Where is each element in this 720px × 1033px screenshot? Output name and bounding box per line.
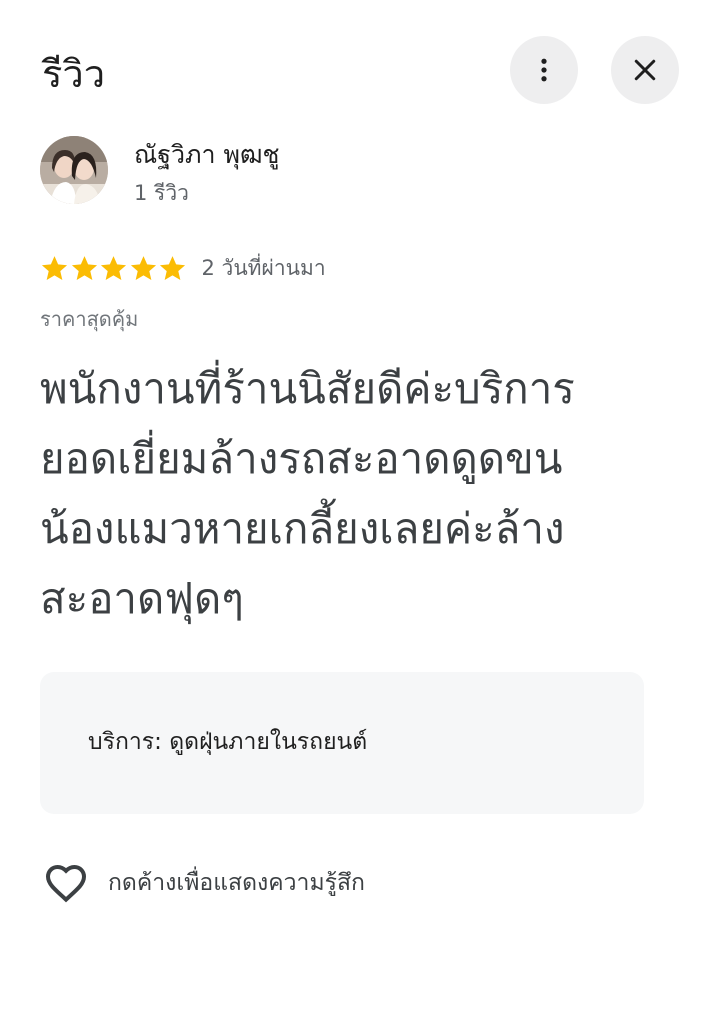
review-text-line: น้องแมวหายเกลี้ยงเลยค่ะล้าง [40, 504, 565, 553]
reviewer-name[interactable]: ณัฐวิภา พุฒชู [134, 138, 280, 172]
more-vert-icon [541, 58, 547, 82]
page-title: รีวิว [42, 52, 106, 96]
review-text-line: สะอาดฟุดๆ [40, 574, 244, 623]
reviewer-info[interactable]: ณัฐวิภา พุฒชู 1 รีวิว [40, 136, 680, 208]
star-rating [40, 254, 188, 283]
more-options-button[interactable] [510, 36, 578, 104]
heart-outline-icon [45, 864, 87, 903]
close-button[interactable] [611, 36, 679, 104]
reaction-label: กดค้างเพื่อแสดงความรู้สึก [108, 870, 365, 896]
star-icon [100, 255, 127, 280]
header: รีวิว [0, 0, 720, 140]
reaction-button[interactable]: กดค้างเพื่อแสดงความรู้สึก [42, 858, 365, 908]
service-info-box: บริการ: ดูดฝุ่นภายในรถยนต์ [40, 672, 644, 814]
reviewer-review-count: 1 รีวิว [134, 181, 189, 205]
review-text-line: พนักงานที่ร้านนิสัยดีค่ะบริการ [40, 364, 575, 413]
service-text: บริการ: ดูดฝุ่นภายในรถยนต์ [88, 729, 368, 755]
review-attribute: ราคาสุดคุ้ม [40, 307, 139, 331]
avatar[interactable] [40, 136, 108, 204]
avatar-photo [40, 136, 108, 204]
close-icon [634, 59, 656, 81]
star-icon [71, 255, 97, 280]
star-icon [41, 255, 68, 280]
review-time: 2 วันที่ผ่านมา [201, 256, 326, 280]
review-text: พนักงานที่ร้านนิสัยดีค่ะบริการ ยอดเยี่ยม… [40, 354, 680, 634]
review-text-line: ยอดเยี่ยมล้างรถสะอาดดูดขน [40, 434, 563, 483]
star-icon [130, 255, 156, 280]
rating-row: 2 วันที่ผ่านมา [40, 250, 326, 286]
star-icon [159, 255, 186, 280]
